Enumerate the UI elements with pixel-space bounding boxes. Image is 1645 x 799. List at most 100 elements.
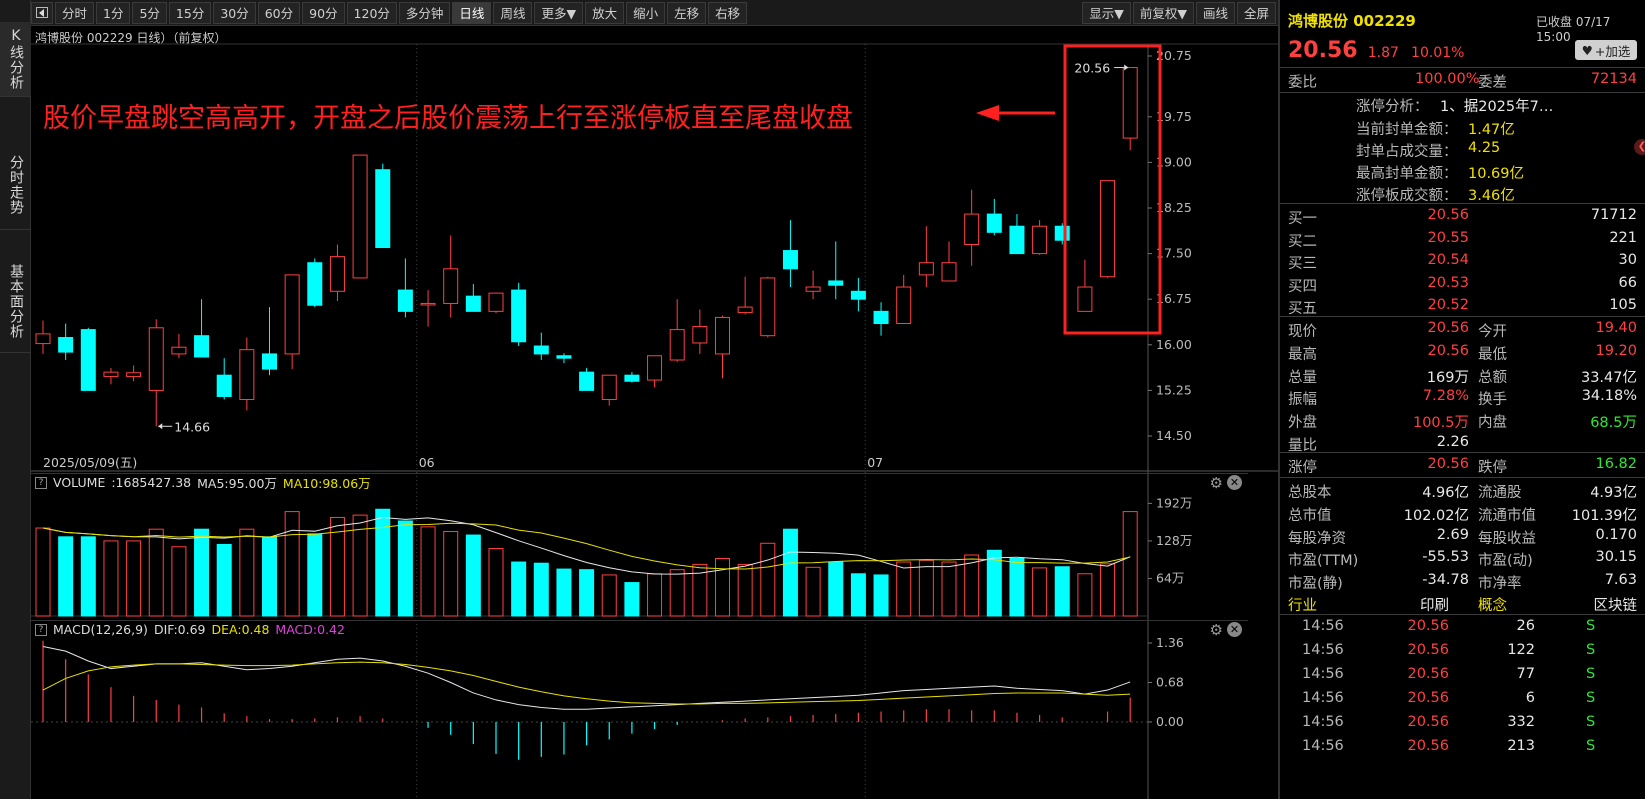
volume-bar: [126, 540, 142, 617]
bid-label: 买三: [1288, 256, 1317, 272]
fund-value: -34.78: [1422, 572, 1469, 589]
tick-flag: S: [1586, 666, 1596, 682]
candle-body: [352, 154, 368, 279]
fund-value: 4.93亿: [1590, 485, 1637, 501]
low-price-label: 14.66: [174, 419, 210, 434]
stat-row: 总量 169万 总额 33.47亿: [1280, 363, 1645, 387]
bid-row[interactable]: 买三 20.54 30: [1280, 249, 1645, 273]
stat-value: 19.40: [1595, 320, 1637, 336]
stat-value: 20.56: [1427, 320, 1469, 336]
toolbar-btn-15[interactable]: 右移: [708, 1, 748, 24]
chart-area[interactable]: 20.75 19.75 19.00 18.25 17.50 16.75 16.00 15.25…: [31, 26, 1278, 799]
toolbar-btn-6[interactable]: 90分: [302, 1, 345, 24]
stat-label: 最低: [1478, 346, 1507, 363]
bid-price: 20.52: [1427, 297, 1469, 313]
candle: [352, 154, 368, 279]
tick-time: 14:56: [1302, 690, 1344, 706]
toolbar-btn-0[interactable]: 分时: [55, 1, 95, 24]
settings-gear-icon[interactable]: ⚙: [1210, 621, 1223, 639]
tick-price: 20.56: [1407, 714, 1449, 730]
candle-body: [148, 327, 164, 391]
candle: [737, 276, 753, 315]
tick-row: 14:56 20.56 6 S: [1280, 687, 1645, 711]
candle: [126, 365, 142, 382]
left-tab-2[interactable]: 分时走势: [0, 140, 31, 230]
bid-volume: 66: [1618, 274, 1637, 291]
bid-row[interactable]: 买一 20.56 71712: [1280, 204, 1645, 228]
candle-body: [58, 337, 74, 353]
toolbar-btn-3[interactable]: 15分: [168, 1, 212, 24]
candle: [375, 163, 391, 249]
toolbar-right-btn-0[interactable]: 显示▼: [1082, 1, 1131, 24]
candle: [420, 290, 436, 327]
toolbar-btn-2[interactable]: 5分: [132, 1, 167, 24]
bid-row[interactable]: 买二 20.55 221: [1280, 227, 1645, 251]
fund-value: 7.63: [1604, 572, 1637, 589]
chart-annotation: 股价早盘跳空高高开，开盘之后股价震荡上行至涨停板直至尾盘收盘: [43, 103, 853, 134]
toolbar-btn-9[interactable]: 日线: [452, 1, 492, 24]
volume-bar: [1077, 573, 1093, 617]
industry-label: 行业: [1288, 598, 1317, 614]
volume-value: :1685427.38: [111, 475, 192, 490]
bid-volume: 30: [1618, 252, 1637, 268]
toolbar-btn-8[interactable]: 多分钟: [398, 1, 451, 24]
volume-bar: [647, 573, 663, 617]
limit-analysis-row[interactable]: 涨停分析： 1、据2025年7…: [1280, 92, 1645, 116]
toolbar-btn-4[interactable]: 30分: [213, 1, 256, 24]
candle-body: [194, 335, 210, 358]
candle: [239, 337, 255, 411]
bid-row[interactable]: 买四 20.53 66: [1280, 272, 1645, 296]
info-value: 3.46亿: [1468, 188, 1515, 204]
toolbar-btn-11[interactable]: 更多▼: [534, 1, 584, 24]
volume-bar: [216, 543, 232, 617]
close-icon[interactable]: ✕: [1227, 475, 1242, 490]
stat-label: 最高: [1288, 346, 1317, 363]
candle-body: [1054, 225, 1070, 241]
toolbar-btn-13[interactable]: 缩小: [626, 1, 666, 24]
weibi-row: 委比 100.00% 委差 72134: [1288, 71, 1637, 91]
concept-label: 概念: [1478, 598, 1507, 614]
collapse-toggle-button[interactable]: [31, 1, 53, 24]
candle-body: [329, 256, 345, 292]
annotation-arrowhead: [976, 105, 999, 121]
toolbar-btn-12[interactable]: 放大: [585, 1, 625, 24]
bid-label: 买四: [1288, 278, 1317, 295]
toolbar-right-btn-1[interactable]: 前复权▼: [1132, 1, 1194, 24]
tick-price: 20.56: [1407, 690, 1449, 706]
info-value: 10.69亿: [1468, 166, 1525, 182]
bid-row[interactable]: 买五 20.52 105: [1280, 294, 1645, 318]
kline-chart[interactable]: 20.7519.7519.0018.2517.5016.7516.0015.25…: [31, 26, 1278, 799]
candle-body: [805, 286, 821, 292]
volume-bar: [896, 561, 912, 617]
close-icon[interactable]: ✕: [1227, 622, 1242, 637]
toolbar-btn-14[interactable]: 左移: [667, 1, 707, 24]
help-icon[interactable]: ?: [35, 623, 47, 636]
candle-body: [307, 262, 323, 306]
tick-time: 14:56: [1302, 666, 1344, 682]
candle-body: [171, 346, 187, 355]
volume-bar: [148, 528, 164, 617]
help-icon[interactable]: ?: [35, 476, 47, 489]
limit-price-row: 涨停 20.56 跌停 16.82: [1288, 456, 1637, 476]
bid-price: 20.55: [1427, 229, 1469, 246]
toolbar-btn-10[interactable]: 周线: [493, 1, 533, 24]
left-tab-1[interactable]: K线分析: [0, 22, 31, 97]
toolbar-btn-7[interactable]: 120分: [346, 1, 397, 24]
candle-body: [896, 286, 912, 325]
add-watchlist-button[interactable]: ♥ +加选: [1575, 40, 1637, 60]
left-tab-3[interactable]: 基本面分析: [0, 250, 31, 353]
settings-gear-icon[interactable]: ⚙: [1210, 474, 1223, 492]
candle: [782, 220, 798, 288]
collapse-left-icon[interactable]: ❮: [1634, 139, 1645, 155]
toolbar-right-btn-2[interactable]: 画线: [1195, 1, 1235, 24]
fund-label: 每股收益: [1478, 530, 1536, 547]
toolbar-right-btn-3[interactable]: 全屏: [1236, 1, 1276, 24]
volume-bar: [35, 527, 51, 617]
candle-body: [511, 289, 527, 343]
volume-bar: [465, 534, 481, 617]
toolbar-btn-5[interactable]: 60分: [257, 1, 301, 24]
toolbar-btn-1[interactable]: 1分: [96, 1, 131, 24]
tick-price: 20.56: [1407, 618, 1449, 634]
candle-body: [465, 295, 481, 312]
macd-axis-label: 0.00: [1156, 714, 1184, 729]
